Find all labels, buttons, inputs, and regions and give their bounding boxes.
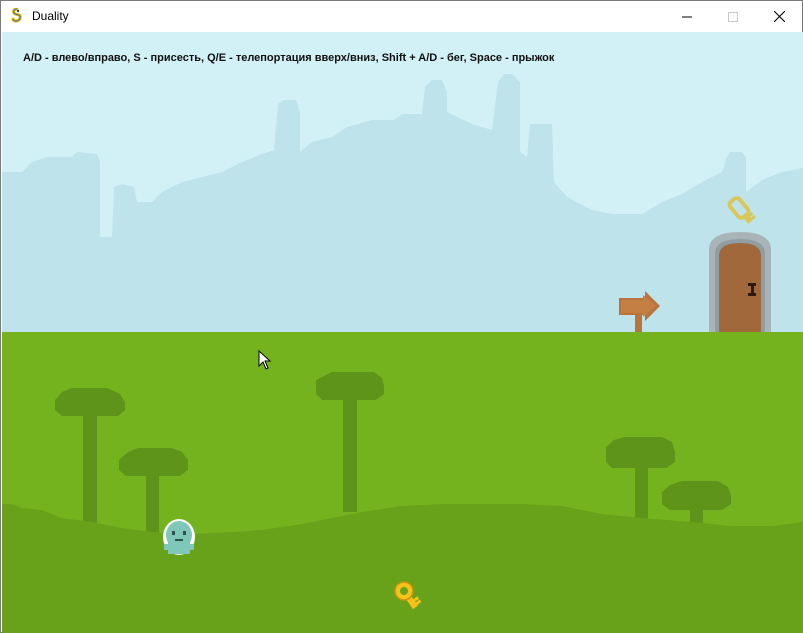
mouse-cursor-icon xyxy=(258,350,272,370)
maximize-icon xyxy=(728,11,738,22)
close-icon xyxy=(773,11,785,22)
window-title: Duality xyxy=(32,9,69,23)
game-scene xyxy=(2,32,803,633)
controls-hint: A/D - влево/вправо, S - присесть, Q/E - … xyxy=(23,52,555,64)
close-button[interactable] xyxy=(756,1,802,32)
minimize-icon xyxy=(682,16,692,17)
door-icon xyxy=(709,232,771,332)
minimize-button[interactable] xyxy=(664,1,710,32)
maximize-button[interactable] xyxy=(710,1,756,32)
player-character xyxy=(163,519,195,555)
title-bar[interactable]: Duality xyxy=(1,1,802,32)
game-canvas[interactable]: A/D - влево/вправо, S - присесть, Q/E - … xyxy=(2,32,803,633)
game-window: Duality A/D - влево/вправо, S - присесть… xyxy=(0,0,803,633)
pygame-snake-icon xyxy=(11,8,22,23)
